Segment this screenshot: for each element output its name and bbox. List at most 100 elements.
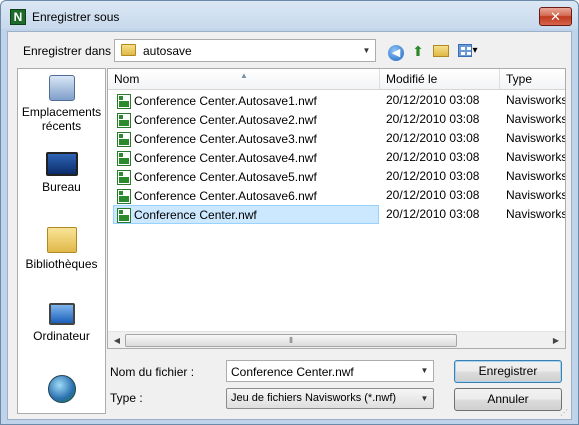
scroll-thumb[interactable]: ⦀ — [125, 334, 457, 347]
nwf-file-icon — [117, 94, 131, 109]
file-type: Navisworks — [506, 169, 566, 183]
file-name-cell: Conference Center.Autosave6.nwf — [113, 186, 379, 205]
file-modified: 20/12/2010 03:08 — [386, 93, 480, 107]
close-button[interactable]: ✕ — [539, 7, 572, 26]
horizontal-scrollbar[interactable]: ◀ ⦀ ▶ — [108, 331, 565, 348]
place-label: Bibliothèques — [25, 257, 98, 271]
file-name-cell: Conference Center.nwf — [113, 205, 379, 224]
file-name: Conference Center.Autosave6.nwf — [134, 189, 317, 203]
place-label: Bureau — [42, 180, 81, 194]
network-icon — [47, 375, 76, 403]
new-folder-icon — [433, 45, 449, 57]
back-button[interactable]: ◀ — [386, 41, 406, 61]
column-header-name[interactable]: ▲ Nom — [108, 69, 380, 90]
up-folder-icon: ⬆ — [412, 43, 424, 59]
file-modified: 20/12/2010 03:08 — [386, 112, 480, 126]
nwf-file-icon — [117, 132, 131, 147]
nwf-file-icon — [117, 151, 131, 166]
column-label: Nom — [114, 72, 140, 86]
file-name-cell: Conference Center.Autosave4.nwf — [113, 148, 379, 167]
save-button[interactable]: Enregistrer — [454, 360, 562, 383]
file-name: Conference Center.Autosave4.nwf — [134, 151, 317, 165]
column-label: Modifié le — [386, 72, 438, 86]
list-header: ▲ Nom Modifié le Type — [108, 69, 565, 90]
file-name: Conference Center.nwf — [134, 208, 257, 222]
file-row[interactable]: Conference Center.Autosave1.nwf 20/12/20… — [108, 91, 566, 110]
resize-grip-icon[interactable]: ⋰ — [560, 408, 570, 418]
file-list: ▲ Nom Modifié le Type Conference Center.… — [107, 68, 566, 349]
desktop-icon — [45, 152, 78, 176]
back-icon: ◀ — [388, 45, 404, 61]
nwf-file-icon — [117, 170, 131, 185]
navisworks-app-icon: N — [10, 9, 26, 25]
file-row[interactable]: Conference Center.Autosave4.nwf 20/12/20… — [108, 148, 566, 167]
view-menu-icon — [458, 43, 473, 57]
save-as-dialog: N Enregistrer sous ✕ Enregistrer dans : … — [0, 0, 579, 425]
file-name-cell: Conference Center.Autosave2.nwf — [113, 110, 379, 129]
file-modified: 20/12/2010 03:08 — [386, 150, 480, 164]
column-header-modified[interactable]: Modifié le — [380, 69, 500, 90]
nwf-file-icon — [117, 208, 131, 223]
file-modified: 20/12/2010 03:08 — [386, 188, 480, 202]
view-menu-button[interactable]: ▾ — [454, 41, 482, 61]
file-row[interactable]: Conference Center.Autosave6.nwf 20/12/20… — [108, 186, 566, 205]
nwf-file-icon — [117, 113, 131, 128]
filename-input[interactable]: Conference Center.nwf ▼ — [226, 360, 434, 382]
place-recent[interactable]: Emplacements récents — [18, 75, 105, 133]
file-row-selected[interactable]: Conference Center.nwf 20/12/2010 03:08 N… — [108, 205, 566, 224]
file-name: Conference Center.Autosave3.nwf — [134, 132, 317, 146]
place-computer[interactable]: Ordinateur — [18, 303, 105, 343]
up-folder-button[interactable]: ⬆ — [408, 41, 428, 61]
chevron-down-icon[interactable]: ▼ — [358, 40, 375, 61]
filename-label: Nom du fichier : — [110, 365, 195, 379]
file-modified: 20/12/2010 03:08 — [386, 131, 480, 145]
cancel-button[interactable]: Annuler — [454, 388, 562, 411]
file-type-select[interactable]: Jeu de fichiers Navisworks (*.nwf) ▼ — [226, 388, 434, 409]
file-type: Navisworks — [506, 112, 566, 126]
file-row[interactable]: Conference Center.Autosave5.nwf 20/12/20… — [108, 167, 566, 186]
file-name-cell: Conference Center.Autosave5.nwf — [113, 167, 379, 186]
save-in-label: Enregistrer dans : — [23, 44, 118, 58]
new-folder-button[interactable] — [431, 41, 451, 61]
file-type-label: Type : — [110, 391, 143, 405]
chevron-down-icon[interactable]: ▼ — [416, 361, 433, 381]
scroll-right-icon[interactable]: ▶ — [549, 334, 563, 347]
filename-value: Conference Center.nwf — [231, 365, 354, 379]
chevron-down-icon[interactable]: ▼ — [416, 389, 433, 408]
place-network[interactable] — [18, 375, 105, 407]
place-label: Emplacements récents — [21, 105, 102, 133]
sort-ascending-icon: ▲ — [240, 71, 248, 80]
file-type: Navisworks — [506, 207, 566, 221]
file-modified: 20/12/2010 03:08 — [386, 169, 480, 183]
file-modified: 20/12/2010 03:08 — [386, 207, 480, 221]
place-desktop[interactable]: Bureau — [18, 152, 105, 194]
file-row[interactable]: Conference Center.Autosave3.nwf 20/12/20… — [108, 129, 566, 148]
file-type: Navisworks — [506, 188, 566, 202]
file-type-value: Jeu de fichiers Navisworks (*.nwf) — [231, 392, 397, 404]
title-bar[interactable]: N Enregistrer sous ✕ — [1, 1, 578, 31]
file-type: Navisworks — [506, 131, 566, 145]
folder-icon — [121, 44, 136, 56]
libraries-icon — [46, 227, 77, 253]
places-bar: Emplacements récents Bureau Bibliothèque… — [17, 68, 106, 414]
file-name-cell: Conference Center.Autosave1.nwf — [113, 91, 379, 110]
place-libraries[interactable]: Bibliothèques — [18, 227, 105, 271]
window-title: Enregistrer sous — [32, 10, 120, 24]
file-name-cell: Conference Center.Autosave3.nwf — [113, 129, 379, 148]
column-header-type[interactable]: Type — [500, 69, 565, 90]
dialog-body: Enregistrer dans : autosave ▼ ◀ ⬆ ▾ Empl… — [7, 31, 572, 420]
place-label: Ordinateur — [33, 329, 90, 343]
column-label: Type — [506, 72, 533, 86]
recent-places-icon — [48, 75, 75, 101]
file-name: Conference Center.Autosave2.nwf — [134, 113, 317, 127]
file-row[interactable]: Conference Center.Autosave2.nwf 20/12/20… — [108, 110, 566, 129]
file-name: Conference Center.Autosave1.nwf — [134, 94, 317, 108]
save-in-combo[interactable]: autosave ▼ — [114, 39, 376, 62]
file-type: Navisworks — [506, 93, 566, 107]
nwf-file-icon — [117, 189, 131, 204]
current-folder: autosave — [143, 44, 192, 58]
scroll-left-icon[interactable]: ◀ — [110, 334, 124, 347]
computer-icon — [48, 303, 75, 325]
file-type: Navisworks — [506, 150, 566, 164]
file-name: Conference Center.Autosave5.nwf — [134, 170, 317, 184]
